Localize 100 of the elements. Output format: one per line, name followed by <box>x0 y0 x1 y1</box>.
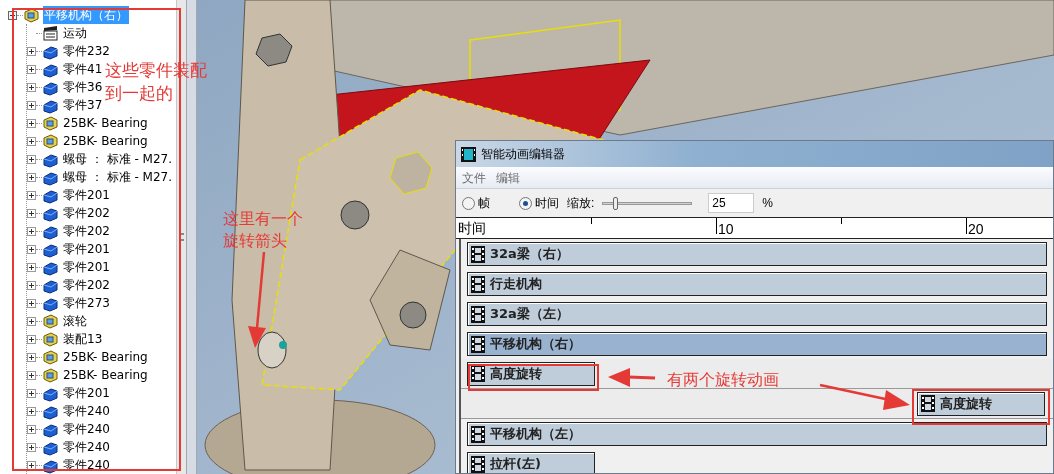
expand-toggle[interactable] <box>27 262 36 272</box>
tree-item[interactable]: 25BK- Bearing <box>62 366 149 384</box>
expand-toggle[interactable] <box>27 460 36 470</box>
tree-item[interactable]: 零件202 <box>62 204 111 222</box>
window-title: 智能动画编辑器 <box>481 146 565 163</box>
assembly-icon <box>42 312 59 330</box>
slider-thumb[interactable] <box>612 196 618 210</box>
expand-toggle[interactable] <box>27 136 36 146</box>
expand-toggle[interactable] <box>27 334 36 344</box>
tree-item[interactable]: 零件202 <box>62 222 111 240</box>
tree-item[interactable]: 零件201 <box>62 258 111 276</box>
zoom-field[interactable]: 25 <box>708 193 755 213</box>
plus-icon <box>28 461 35 469</box>
tree-item[interactable]: 25BK- Bearing <box>62 114 149 132</box>
radio-button[interactable] <box>519 196 532 210</box>
tick-label: 10 <box>718 222 734 236</box>
expand-toggle[interactable] <box>27 46 36 56</box>
expand-toggle[interactable] <box>27 208 36 218</box>
plus-icon <box>28 155 35 163</box>
expand-toggle[interactable] <box>27 298 36 308</box>
expand-toggle[interactable] <box>27 406 36 416</box>
animation-clip[interactable]: 高度旋转 <box>917 391 1045 416</box>
radio-label: 帧 <box>478 195 490 212</box>
tree-item[interactable]: 零件201 <box>62 186 111 204</box>
animation-clip[interactable]: 32a梁（左） <box>467 302 1047 326</box>
plus-icon <box>28 137 35 145</box>
tree-item[interactable]: 螺母 ： 标准 - M27. <box>62 168 174 186</box>
animation-clip[interactable]: 拉杆(左) <box>467 452 595 473</box>
tree-item[interactable]: 25BK- Bearing <box>62 348 149 366</box>
tick-label: 20 <box>968 222 984 236</box>
animation-clip[interactable]: 高度旋转 <box>467 361 595 386</box>
expand-toggle[interactable] <box>27 316 36 326</box>
ruler-label: 时间 <box>458 221 486 235</box>
assembly-icon <box>42 132 59 150</box>
expand-toggle[interactable] <box>27 244 36 254</box>
plus-icon <box>28 299 35 307</box>
film-icon <box>921 395 935 412</box>
animation-clip[interactable]: 平移机构（右） <box>467 332 1047 356</box>
radio-button[interactable] <box>462 196 475 210</box>
pin-head <box>340 200 370 230</box>
expand-toggle[interactable] <box>27 172 36 182</box>
expand-toggle[interactable] <box>27 154 36 164</box>
plus-icon <box>28 389 35 397</box>
expand-toggle[interactable] <box>27 370 36 380</box>
expand-toggle[interactable] <box>27 442 36 452</box>
radio-label: 时间 <box>535 195 559 212</box>
tree-item[interactable]: 零件240 <box>62 402 111 420</box>
tree-item[interactable]: 装配13 <box>62 330 104 348</box>
annotation-text: 有两个旋转动画 <box>667 370 779 390</box>
tree-item[interactable]: 零件201 <box>62 384 111 402</box>
expand-toggle[interactable] <box>27 226 36 236</box>
tree-item[interactable]: 零件201 <box>62 240 111 258</box>
pin-head <box>399 301 427 329</box>
animation-clip[interactable]: 行走机构 <box>467 272 1047 296</box>
tree-item[interactable]: 螺母 ： 标准 - M27. <box>62 150 174 168</box>
tree-item[interactable]: 零件202 <box>62 276 111 294</box>
tree-item[interactable]: 零件240 <box>62 420 111 438</box>
expand-toggle[interactable] <box>27 118 36 128</box>
expand-toggle[interactable] <box>27 190 36 200</box>
film-icon <box>471 305 485 323</box>
plus-icon <box>28 209 35 217</box>
tree-item[interactable]: 零件41 <box>62 60 104 78</box>
menu-item[interactable]: 文件 <box>462 168 486 187</box>
unit-label: % <box>762 195 773 212</box>
tree-item[interactable]: 零件240 <box>62 438 111 456</box>
plus-icon <box>28 83 35 91</box>
pivot-pin <box>257 331 287 369</box>
expand-toggle[interactable] <box>8 10 17 20</box>
tree-item[interactable]: 滚轮 <box>62 312 88 330</box>
plus-icon <box>28 227 35 235</box>
clapperboard-icon <box>42 24 59 42</box>
tree-item[interactable]: 零件273 <box>62 294 111 312</box>
plus-icon <box>28 245 35 253</box>
tree-item[interactable]: 运动 <box>62 24 88 42</box>
expand-toggle[interactable] <box>27 352 36 362</box>
film-icon <box>471 425 485 443</box>
expand-toggle[interactable] <box>27 100 36 110</box>
assembly-icon <box>42 114 59 132</box>
expand-toggle[interactable] <box>27 280 36 290</box>
expand-toggle[interactable] <box>27 82 36 92</box>
plus-icon <box>28 47 35 55</box>
film-icon <box>471 455 485 473</box>
tree-item[interactable]: 零件232 <box>62 42 111 60</box>
tree-item[interactable]: 25BK- Bearing <box>62 132 149 150</box>
expand-toggle[interactable] <box>27 388 36 398</box>
plus-icon <box>28 371 35 379</box>
plus-icon <box>28 407 35 415</box>
film-icon <box>471 335 485 353</box>
plus-icon <box>28 263 35 271</box>
animation-clip[interactable]: 平移机构（左） <box>467 422 1047 446</box>
expand-toggle[interactable] <box>27 424 36 434</box>
plus-icon <box>28 101 35 109</box>
zoom-slider[interactable] <box>602 195 693 211</box>
zoom-label: 缩放: <box>567 195 595 212</box>
expand-toggle[interactable] <box>27 64 36 74</box>
animation-clip[interactable]: 32a梁（右） <box>467 242 1047 266</box>
menu-item[interactable]: 编辑 <box>496 168 520 187</box>
assembly-icon <box>42 366 59 384</box>
tree-item[interactable]: 零件36 <box>62 78 104 96</box>
tree-item[interactable]: 零件37 <box>62 96 104 114</box>
